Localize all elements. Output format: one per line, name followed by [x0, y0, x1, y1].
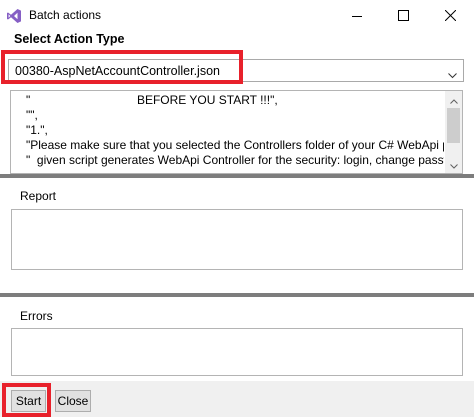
- close-icon: [444, 10, 456, 21]
- action-type-select[interactable]: 00380-AspNetAccountController.json: [8, 59, 464, 82]
- window-title: Batch actions: [29, 8, 102, 22]
- action-type-selected-value: 00380-AspNetAccountController.json: [15, 64, 220, 78]
- errors-pane: Errors: [0, 297, 474, 381]
- info-line: " given script generates WebApi Controll…: [26, 153, 444, 167]
- minimize-icon: [352, 11, 362, 21]
- scroll-down-button[interactable]: [445, 156, 462, 173]
- report-textbox[interactable]: [11, 209, 463, 270]
- report-pane: Report: [0, 178, 474, 293]
- start-button[interactable]: Start: [11, 390, 46, 412]
- chevron-down-icon: [449, 158, 458, 172]
- visual-studio-icon: [6, 8, 22, 24]
- close-button[interactable]: Close: [55, 390, 91, 412]
- vertical-scrollbar[interactable]: [445, 91, 462, 173]
- info-line: " BEFORE YOU START !!!",: [26, 93, 278, 107]
- close-window-button[interactable]: [427, 0, 473, 31]
- script-info-textbox[interactable]: " BEFORE YOU START !!!", "", "1.", "Plea…: [10, 90, 463, 174]
- maximize-icon: [397, 10, 409, 21]
- minimize-button[interactable]: [334, 0, 380, 31]
- info-line: "Please make sure that you selected the …: [26, 138, 444, 152]
- errors-textbox[interactable]: [11, 328, 463, 376]
- errors-label: Errors: [20, 309, 53, 323]
- maximize-button[interactable]: [380, 0, 426, 31]
- scroll-thumb[interactable]: [447, 108, 460, 143]
- scroll-up-button[interactable]: [445, 91, 462, 108]
- info-line: "1.",: [26, 123, 48, 137]
- action-type-label: Select Action Type: [14, 32, 125, 46]
- chevron-up-icon: [449, 93, 458, 107]
- title-bar: Batch actions: [0, 0, 474, 31]
- info-line: "",: [26, 108, 38, 122]
- chevron-down-icon: [448, 68, 457, 82]
- script-info-content: " BEFORE YOU START !!!", "", "1.", "Plea…: [11, 91, 444, 173]
- report-label: Report: [20, 189, 57, 203]
